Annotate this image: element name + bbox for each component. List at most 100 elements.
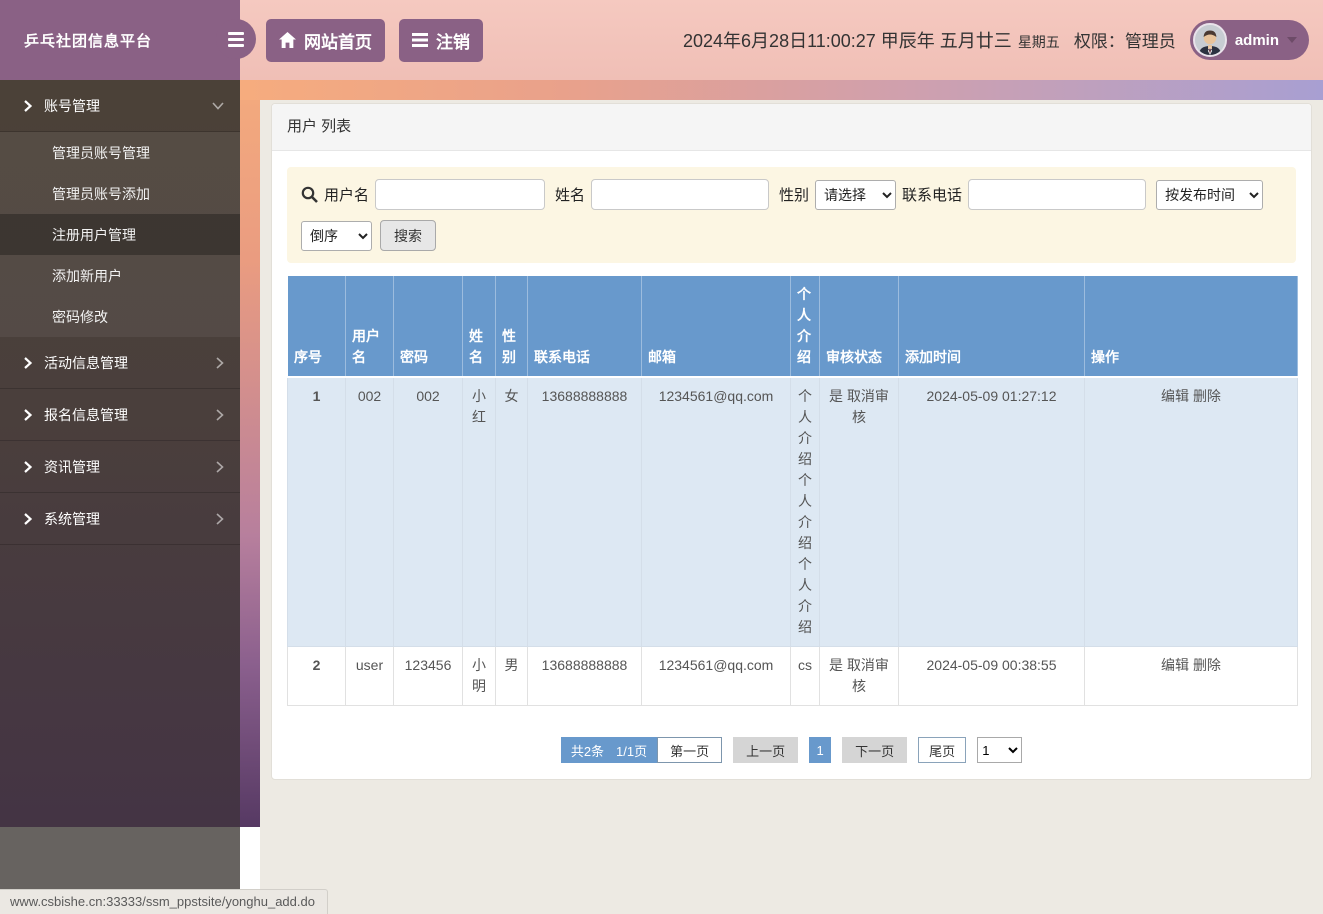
caret-down-icon	[1287, 37, 1297, 43]
permission-text: 权限：管理员	[1074, 27, 1176, 52]
gender-select[interactable]: 请选择	[815, 180, 896, 210]
gender-search-label: 性别	[779, 184, 809, 205]
cell-email: 1234561@qq.com	[642, 647, 791, 706]
total-count: 共2条	[571, 741, 604, 760]
subitem-label: 添加新用户	[52, 266, 122, 286]
cell-actions: 编辑 删除	[1085, 377, 1298, 647]
col-header-index: 序号	[288, 276, 346, 378]
username-label: admin	[1235, 32, 1279, 49]
sidebar-item-system-management[interactable]: 系统管理	[0, 493, 240, 545]
datetime-text: 2024年6月28日11:00:27 甲辰年 五月廿三	[683, 27, 1012, 53]
table-row: 1 002 002 小红 女 13688888888 1234561@qq.co…	[288, 377, 1298, 647]
page-indicator: 1/1页	[616, 741, 647, 760]
delete-link[interactable]: 删除	[1193, 388, 1221, 404]
chevron-right-icon	[216, 513, 224, 525]
weekday-text: 星期五	[1018, 32, 1060, 52]
edit-link[interactable]: 编辑	[1161, 657, 1189, 673]
subitem-label: 注册用户管理	[52, 225, 136, 245]
sidebar-subitem-password-change[interactable]: 密码修改	[0, 296, 240, 337]
cell-password: 123456	[394, 647, 463, 706]
prev-page-button[interactable]: 上一页	[733, 737, 798, 763]
sidebar-item-label: 活动信息管理	[44, 353, 128, 373]
site-home-label: 网站首页	[304, 28, 372, 53]
col-header-intro: 个人介绍	[791, 276, 820, 378]
col-header-audit: 审核状态	[820, 276, 899, 378]
app-window: 乒乓社团信息平台 网站首页 注销 2024年6月28日11:00:27 甲辰年 …	[0, 0, 1323, 914]
pagination-info: 共2条 1/1页 第一页	[561, 737, 722, 763]
search-icon	[301, 186, 318, 203]
sidebar-subitem-registered-user-management[interactable]: 注册用户管理	[0, 214, 240, 255]
cell-phone: 13688888888	[528, 647, 642, 706]
site-home-button[interactable]: 网站首页	[266, 19, 385, 62]
chevron-right-icon	[24, 100, 32, 112]
cell-index: 1	[288, 377, 346, 647]
edit-link[interactable]: 编辑	[1161, 388, 1189, 404]
logo-block: 乒乓社团信息平台	[0, 0, 240, 80]
next-page-button[interactable]: 下一页	[842, 737, 907, 763]
last-page-button[interactable]: 尾页	[918, 737, 966, 763]
phone-search-input[interactable]	[968, 179, 1146, 210]
chevron-right-icon	[216, 357, 224, 369]
cell-time: 2024-05-09 01:27:12	[899, 377, 1085, 647]
col-header-email: 邮箱	[642, 276, 791, 378]
col-header-gender: 性别	[496, 276, 528, 378]
cancel-audit-link[interactable]: 取消审核	[847, 388, 889, 425]
username-search-label: 用户名	[324, 184, 369, 205]
audit-status: 是	[829, 657, 843, 673]
cancel-audit-link[interactable]: 取消审核	[847, 657, 889, 694]
app-title: 乒乓社团信息平台	[24, 30, 152, 51]
header-info: 2024年6月28日11:00:27 甲辰年 五月廿三 星期五 权限：管理员	[683, 27, 1176, 53]
cell-name: 小红	[463, 377, 496, 647]
name-search-input[interactable]	[591, 179, 769, 210]
sidebar-item-registration-info[interactable]: 报名信息管理	[0, 389, 240, 441]
search-form: 用户名 姓名 性别 请选择 联系电话 按发布时间 倒序	[287, 167, 1296, 263]
chevron-right-icon	[24, 513, 32, 525]
page-select[interactable]: 1	[977, 737, 1022, 763]
current-page-button[interactable]: 1	[809, 737, 831, 763]
subitem-label: 管理员账号添加	[52, 184, 150, 204]
list-icon	[412, 33, 428, 47]
sort-order-select[interactable]: 倒序	[301, 221, 372, 251]
cell-audit: 是 取消审核	[820, 377, 899, 647]
subitem-label: 管理员账号管理	[52, 143, 150, 163]
status-bar-url: www.csbishe.cn:33333/ssm_ppstsite/yonghu…	[0, 889, 328, 914]
sidebar-item-label: 报名信息管理	[44, 405, 128, 425]
chevron-right-icon	[24, 461, 32, 473]
cell-email: 1234561@qq.com	[642, 377, 791, 647]
cell-index: 2	[288, 647, 346, 706]
sidebar-item-news-management[interactable]: 资讯管理	[0, 441, 240, 493]
sidebar: 账号管理 管理员账号管理 管理员账号添加 注册用户管理 添加新用户 密码修改 活…	[0, 80, 240, 827]
col-header-password: 密码	[394, 276, 463, 378]
delete-link[interactable]: 删除	[1193, 657, 1221, 673]
cell-username: 002	[346, 377, 394, 647]
cell-time: 2024-05-09 00:38:55	[899, 647, 1085, 706]
sidebar-subitem-add-new-user[interactable]: 添加新用户	[0, 255, 240, 296]
user-menu[interactable]: admin	[1190, 20, 1309, 60]
audit-status: 是	[829, 388, 843, 404]
cell-intro: cs	[791, 647, 820, 706]
sidebar-subitem-admin-account-add[interactable]: 管理员账号添加	[0, 173, 240, 214]
chevron-down-icon	[212, 102, 224, 110]
home-icon	[279, 32, 296, 48]
cell-password: 002	[394, 377, 463, 647]
logout-button[interactable]: 注销	[399, 19, 483, 62]
gradient-strip	[240, 100, 260, 827]
cell-actions: 编辑 删除	[1085, 647, 1298, 706]
username-search-input[interactable]	[375, 179, 545, 210]
sidebar-item-activity-info[interactable]: 活动信息管理	[0, 337, 240, 389]
sidebar-toggle-button[interactable]	[216, 19, 256, 59]
cell-name: 小明	[463, 647, 496, 706]
logout-label: 注销	[436, 28, 470, 53]
col-header-name: 姓名	[463, 276, 496, 378]
cell-phone: 13688888888	[528, 377, 642, 647]
col-header-time: 添加时间	[899, 276, 1085, 378]
table-row: 2 user 123456 小明 男 13688888888 1234561@q…	[288, 647, 1298, 706]
cell-gender: 男	[496, 647, 528, 706]
sort-field-select[interactable]: 按发布时间	[1156, 180, 1263, 210]
search-button[interactable]: 搜索	[380, 220, 436, 251]
chevron-right-icon	[216, 409, 224, 421]
sidebar-item-account-management[interactable]: 账号管理	[0, 80, 240, 132]
first-page-button[interactable]: 第一页	[657, 737, 722, 763]
sidebar-subitem-admin-account-management[interactable]: 管理员账号管理	[0, 132, 240, 173]
gradient-band	[240, 80, 1323, 100]
